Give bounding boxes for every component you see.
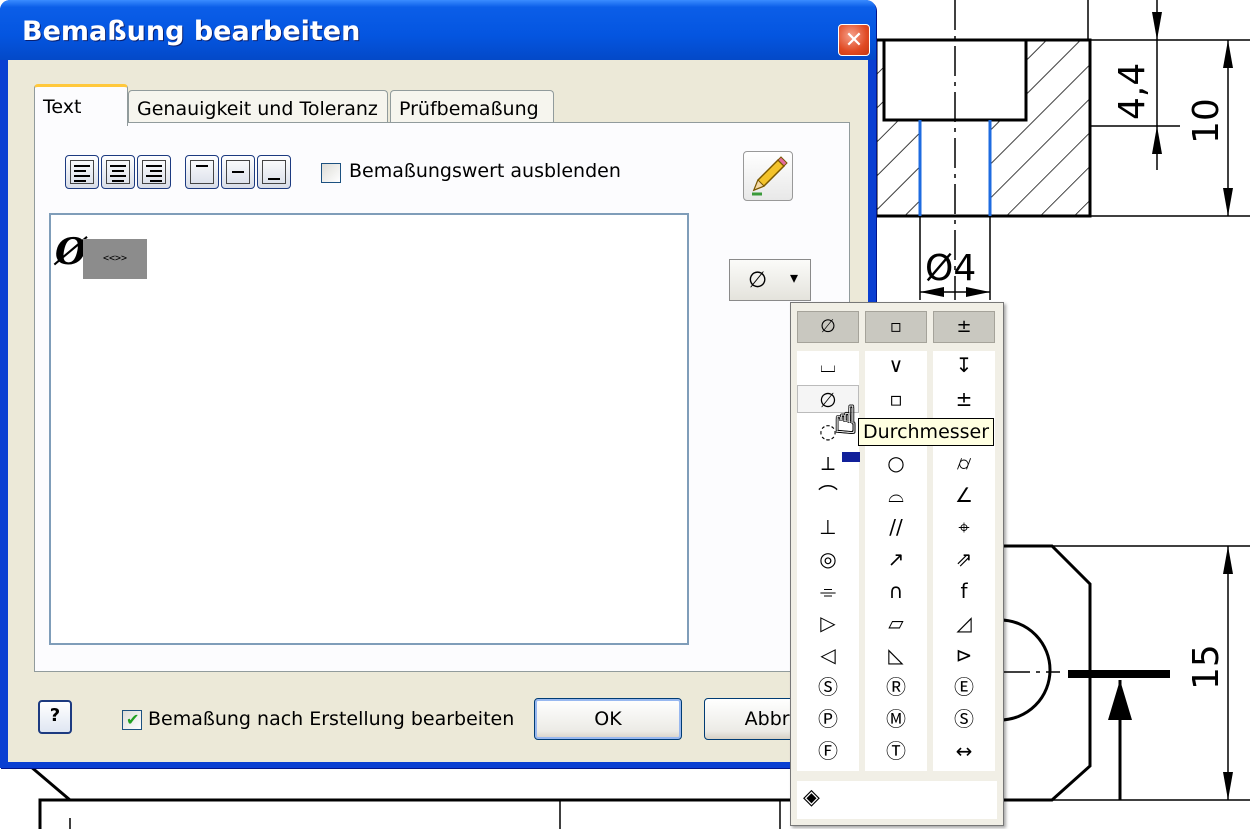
edit-after-create-checkbox[interactable]: ✔ (122, 710, 142, 730)
dim-15: 15 (1186, 644, 1227, 690)
valign-middle-button[interactable] (221, 155, 255, 189)
counterbore-symbol[interactable]: ⌴ (797, 351, 859, 379)
title-bar[interactable]: Bemaßung bearbeiten ✕ (0, 0, 876, 60)
hide-value-checkbox[interactable] (321, 163, 341, 183)
hand-cursor-icon: ☝ (834, 398, 858, 442)
help-icon: ? (49, 705, 61, 726)
tab-panel-text: Bemaßungswert ausblenden Ø <<>> ∅ ▾ (34, 122, 850, 672)
symbol-dropdown-button[interactable]: ∅ ▾ (729, 259, 811, 301)
diameter-tooltip: Durchmesser (858, 418, 995, 446)
close-button[interactable]: ✕ (838, 24, 870, 56)
surface-profile-symbol[interactable]: ⌓ (865, 481, 927, 509)
flatness-symbol[interactable]: f (933, 577, 995, 605)
palette-header-square[interactable]: ▫ (865, 311, 927, 343)
edit-dimension-dialog: Bemaßung bearbeiten ✕ Text Genauigkeit u… (0, 0, 876, 768)
tab-precision-tolerance[interactable]: Genauigkeit und Toleranz (128, 90, 388, 126)
palette-footer: ◈ (797, 781, 997, 819)
tangent-plane-symbol[interactable]: Ⓣ (865, 737, 927, 765)
cylindricity-symbol[interactable]: ⌭ (933, 449, 995, 477)
envelope-symbol[interactable]: Ⓔ (933, 673, 995, 701)
symbol-library-icon[interactable]: ◈ (803, 785, 820, 810)
tab-text[interactable]: Text (34, 84, 128, 126)
dropdown-arrow-icon: ▾ (790, 268, 799, 287)
free-state-symbol[interactable]: Ⓕ (797, 737, 859, 765)
valign-bottom-icon (262, 160, 286, 184)
regardless-feature-size-symbol[interactable]: Ⓡ (865, 673, 927, 701)
max-material-symbol[interactable]: Ⓜ (865, 705, 927, 733)
valign-bottom-button[interactable] (257, 155, 291, 189)
square-symbol[interactable]: ▫ (865, 385, 927, 413)
concentricity-symbol[interactable]: ◎ (797, 545, 859, 573)
circularity-symbol[interactable]: ○ (865, 449, 927, 477)
slope-symbol[interactable]: ◿ (933, 609, 995, 637)
depth-symbol[interactable]: ↧ (933, 351, 995, 379)
parallelism-symbol[interactable]: // (865, 513, 927, 541)
dimension-value-token: <<>> (83, 239, 147, 279)
text-edit-button[interactable] (743, 151, 793, 201)
between-symbol[interactable]: ↔ (933, 737, 995, 765)
help-button[interactable]: ? (38, 700, 72, 734)
align-center-button[interactable] (101, 155, 135, 189)
conical-taper-symbol[interactable]: ▱ (865, 609, 927, 637)
palette-column-2: ∨ ▫ ○ ⌓ // ↗ ∩ ▱ ◺ Ⓡ Ⓜ Ⓣ (865, 351, 927, 771)
close-icon: ✕ (844, 28, 864, 53)
ok-button[interactable]: OK (534, 698, 682, 740)
statistical-symbol[interactable]: Ⓢ (797, 673, 859, 701)
palette-column-3: ↧ ± ⌭ ∠ ⌖ ⇗ f ◿ ⊳ Ⓔ Ⓢ ↔ (933, 351, 995, 771)
projected-zone-symbol[interactable]: Ⓟ (797, 705, 859, 733)
cursor-shadow-mark (842, 452, 860, 462)
valign-top-icon (190, 160, 214, 184)
tab-inspection-dimension[interactable]: Prüfbemaßung (390, 90, 554, 126)
position-symbol[interactable]: ⌖ (933, 513, 995, 541)
hide-value-label: Bemaßungswert ausblenden (349, 160, 621, 182)
palette-header-diameter[interactable]: ∅ (797, 311, 859, 343)
slope-right-symbol[interactable]: ▷ (797, 609, 859, 637)
pencil-icon (752, 156, 788, 196)
arc-length-symbol[interactable]: ⌒ (797, 481, 859, 509)
line-profile-symbol[interactable]: ∩ (865, 577, 927, 605)
circular-runout-symbol[interactable]: ↗ (865, 545, 927, 573)
diameter-icon: ∅ (748, 268, 768, 293)
cone-symbol[interactable]: ⊳ (933, 641, 995, 669)
taper-symbol[interactable]: ◺ (865, 641, 927, 669)
dim-10: 10 (1186, 98, 1227, 144)
dimension-text-editor[interactable]: Ø <<>> (49, 213, 689, 645)
least-material-symbol[interactable]: Ⓢ (933, 705, 995, 733)
edit-after-create-label: Bemaßung nach Erstellung bearbeiten (148, 708, 515, 730)
total-runout-symbol[interactable]: ⇗ (933, 545, 995, 573)
checkmark-icon: ✔ (126, 710, 140, 729)
dim-4-4: 4,4 (1112, 63, 1153, 120)
angularity-symbol[interactable]: ∠ (933, 481, 995, 509)
perpendicularity-symbol[interactable]: ⊥ (797, 513, 859, 541)
valign-top-button[interactable] (185, 155, 219, 189)
symbol-palette: ∅ ▫ ± ⌴ ∅ ◌ ⟂ ⌒ ⊥ ◎ ⌯ ▷ ◁ Ⓢ Ⓟ Ⓕ ∨ ▫ ○ ⌓ … (790, 302, 1004, 826)
dialog-client-area: Text Genauigkeit und Toleranz Prüfbemaßu… (8, 60, 868, 762)
slope-left-symbol[interactable]: ◁ (797, 641, 859, 669)
palette-header-plus-minus[interactable]: ± (933, 311, 995, 343)
symmetry-symbol[interactable]: ⌯ (797, 577, 859, 605)
diameter-symbol-text: Ø (55, 231, 87, 273)
dim-diameter-4: Ø4 (925, 248, 976, 289)
align-left-button[interactable] (65, 155, 99, 189)
dialog-title: Bemaßung bearbeiten (22, 16, 361, 47)
countersink-symbol[interactable]: ∨ (865, 351, 927, 379)
plus-minus-symbol[interactable]: ± (933, 385, 995, 413)
align-right-button[interactable] (137, 155, 171, 189)
